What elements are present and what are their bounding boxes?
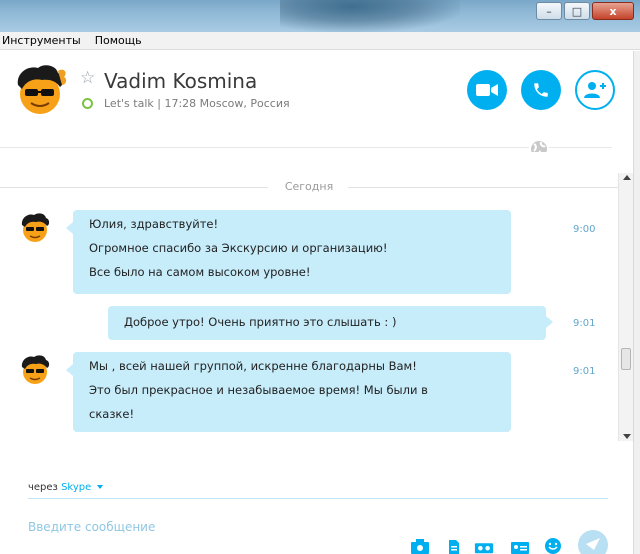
send-via-selector[interactable]: через Skype	[28, 482, 104, 493]
message-text: Мы , всей нашей группой, искренне благод…	[89, 359, 417, 373]
sender-avatar[interactable]	[20, 212, 52, 244]
conversation-header: ☆ Vadim Kosmina Let's talk | 17:28 Mosco…	[0, 51, 640, 159]
menu-item-help[interactable]: Помощь	[95, 34, 142, 47]
message-time: 9:00	[573, 224, 596, 235]
scroll-thumb[interactable]	[621, 348, 631, 370]
day-separator: Сегодня	[0, 180, 618, 193]
window-titlebar: – □ x	[0, 0, 640, 32]
close-button[interactable]: x	[592, 2, 634, 20]
send-button[interactable]	[578, 530, 608, 554]
message-text: Все было на самом высоком уровне!	[89, 265, 311, 279]
via-service-link[interactable]: Skype	[61, 482, 91, 493]
send-arrow-icon	[586, 538, 600, 550]
add-participant-button[interactable]	[575, 70, 615, 110]
add-person-icon	[584, 82, 606, 98]
minimize-button[interactable]: –	[536, 2, 562, 20]
message-bubble[interactable]: Мы , всей нашей группой, искренне благод…	[66, 352, 511, 432]
scroll-down-arrow-icon[interactable]	[623, 434, 631, 439]
window-right-edge	[633, 51, 640, 554]
message-text: Это был прекрасное и незабываемое время!…	[89, 383, 428, 397]
chat-scrollbar[interactable]	[618, 173, 633, 441]
video-camera-icon	[476, 84, 498, 96]
message-history: Сегодня Юлия, здравствуйте! Огромное спа…	[0, 152, 618, 442]
send-file-icon[interactable]	[444, 538, 464, 554]
send-image-icon[interactable]	[410, 538, 430, 554]
message-bubble[interactable]: Юлия, здравствуйте! Огромное спасибо за …	[66, 210, 511, 294]
titlebar-background	[280, 0, 460, 32]
message-text: Огромное спасибо за Экскурсию и организа…	[89, 241, 388, 255]
scroll-up-arrow-icon[interactable]	[623, 175, 631, 180]
message-time: 9:01	[573, 366, 596, 377]
message-text: Юлия, здравствуйте!	[89, 217, 219, 231]
menu-bar: Инструменты Помощь	[0, 32, 640, 50]
contact-status-line: Let's talk | 17:28 Moscow, Россия	[104, 97, 290, 110]
sender-avatar[interactable]	[20, 354, 52, 386]
window-controls: – □ x	[536, 2, 634, 20]
via-label: через	[28, 482, 58, 493]
contact-avatar[interactable]	[14, 63, 68, 117]
contact-name: Vadim Kosmina	[104, 69, 258, 93]
favorite-star-icon[interactable]: ☆	[80, 68, 95, 88]
phone-icon	[534, 83, 548, 97]
menu-item-tools[interactable]: Инструменты	[2, 34, 81, 47]
header-divider	[0, 147, 612, 148]
message-text: сказке!	[89, 407, 135, 421]
video-message-icon[interactable]	[474, 538, 494, 554]
message-time: 9:01	[573, 318, 596, 329]
message-input[interactable]	[28, 518, 388, 536]
day-separator-label: Сегодня	[276, 180, 342, 193]
message-text: Доброе утро! Очень приятно это слышать :…	[124, 315, 397, 329]
chevron-down-icon[interactable]	[97, 485, 104, 489]
maximize-button[interactable]: □	[564, 2, 590, 20]
audio-call-button[interactable]	[521, 70, 561, 110]
online-status-icon	[82, 98, 93, 109]
video-call-button[interactable]	[467, 70, 507, 110]
composer-divider	[28, 498, 608, 499]
send-contact-icon[interactable]	[510, 538, 530, 554]
message-bubble[interactable]: Доброе утро! Очень приятно это слышать :…	[108, 306, 553, 340]
emoticon-icon[interactable]	[544, 536, 562, 554]
